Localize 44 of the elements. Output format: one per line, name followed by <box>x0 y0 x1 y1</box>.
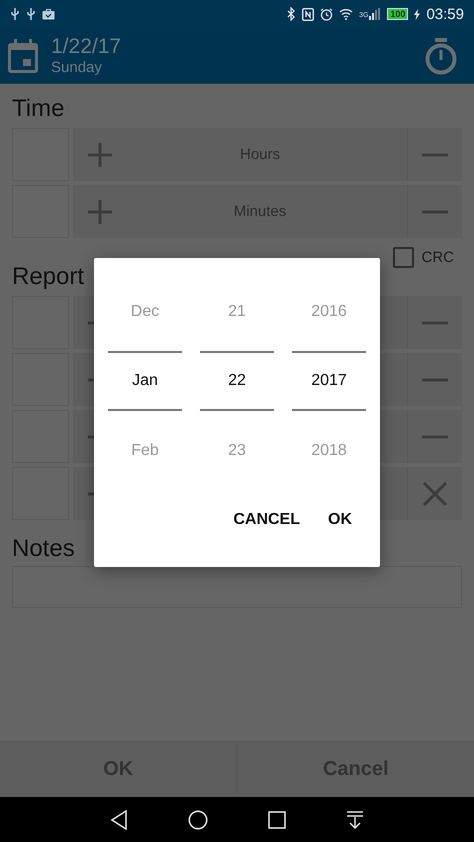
recents-icon[interactable] <box>268 810 286 828</box>
notes-field[interactable] <box>12 566 462 608</box>
nfc-icon <box>302 8 314 20</box>
checkbox-label: CRC <box>422 248 454 266</box>
section-title: Report <box>12 262 84 292</box>
minus-icon[interactable] <box>422 152 448 156</box>
battery-level: 100 <box>387 8 408 20</box>
minus-icon[interactable] <box>422 210 448 214</box>
checkbox[interactable] <box>392 246 414 268</box>
close-icon[interactable] <box>423 482 447 506</box>
picker-option[interactable]: 23 <box>200 431 274 471</box>
minus-icon[interactable] <box>422 320 448 324</box>
usb-icon <box>26 7 36 21</box>
signal-icon <box>369 8 382 20</box>
plus-icon[interactable] <box>87 198 113 224</box>
stopwatch-icon[interactable] <box>424 36 458 74</box>
picker-option[interactable]: 21 <box>200 292 274 332</box>
dialog-button[interactable]: OK <box>316 505 364 535</box>
dialog-button[interactable]: CANCEL <box>221 505 312 535</box>
charging-icon <box>414 8 420 20</box>
picker-option[interactable]: 2016 <box>292 292 366 332</box>
minus-icon[interactable] <box>422 378 448 382</box>
section-title: Time <box>12 94 64 124</box>
clock-time: 03:59 <box>426 6 464 22</box>
date-title: 1/22/17 <box>51 34 122 58</box>
bluetooth-icon <box>287 7 296 21</box>
alarm-icon <box>320 8 334 20</box>
picker-option[interactable]: 2018 <box>292 431 366 471</box>
minus-icon[interactable] <box>422 434 448 438</box>
picker-option[interactable]: Dec <box>108 292 182 332</box>
home-icon[interactable] <box>188 810 208 830</box>
picker-value[interactable]: Jan <box>108 351 182 411</box>
briefcase-icon <box>42 8 55 20</box>
picker-value[interactable]: 22 <box>200 351 274 411</box>
picker-option[interactable]: Feb <box>108 431 182 471</box>
wifi-icon <box>339 8 354 20</box>
notification-pull-icon[interactable] <box>346 810 364 828</box>
plus-icon[interactable] <box>87 142 113 168</box>
section-title: Notes <box>12 534 75 564</box>
usb-icon <box>10 7 20 21</box>
weekday-subtitle: Sunday <box>51 58 103 76</box>
back-icon[interactable] <box>110 810 128 830</box>
calendar-icon[interactable] <box>7 38 39 74</box>
picker-value[interactable]: 2017 <box>292 351 366 411</box>
